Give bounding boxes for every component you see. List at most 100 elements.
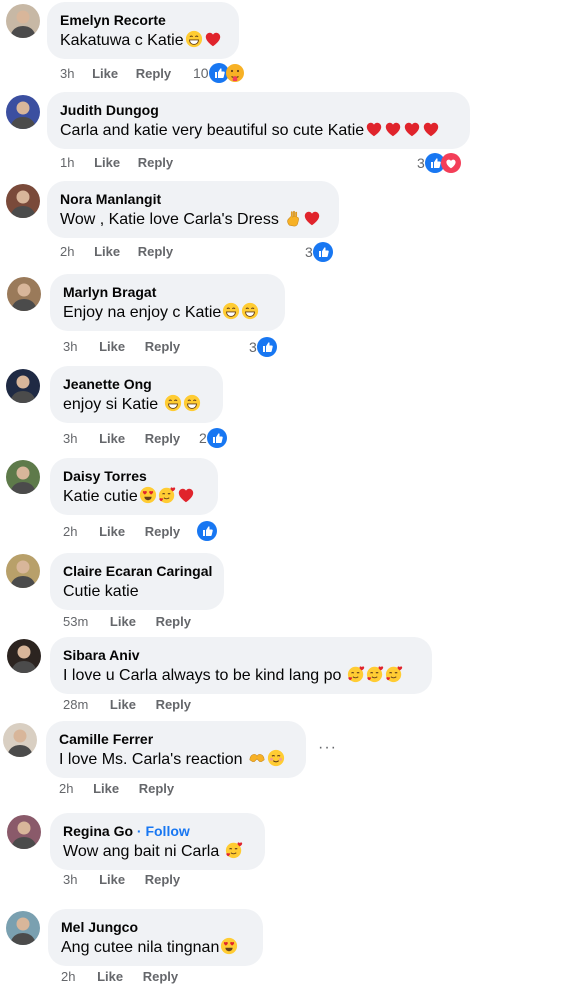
- reply-button[interactable]: Reply: [156, 614, 191, 630]
- comment-time[interactable]: 2h: [59, 781, 73, 797]
- avatar-person-icon: [6, 4, 40, 38]
- reply-button[interactable]: Reply: [143, 969, 178, 985]
- comment-actions: 53m Like Reply: [63, 614, 191, 630]
- avatar-person-icon: [6, 95, 40, 129]
- comment-time[interactable]: 28m: [63, 697, 88, 713]
- reply-button[interactable]: Reply: [145, 872, 180, 888]
- reaction-summary[interactable]: 3: [417, 153, 461, 173]
- comment-text: Carla and katie very beautiful so cute K…: [60, 122, 365, 139]
- like-button[interactable]: Like: [97, 969, 123, 985]
- comment-time[interactable]: 53m: [63, 614, 88, 630]
- reply-button[interactable]: Reply: [145, 431, 180, 447]
- avatar[interactable]: [6, 184, 40, 218]
- reaction-summary[interactable]: [197, 521, 217, 541]
- avatar[interactable]: [6, 95, 40, 129]
- red-heart-emoji-icon: [422, 120, 440, 138]
- avatar[interactable]: [7, 815, 41, 849]
- avatar-person-icon: [3, 723, 37, 757]
- comment-author[interactable]: Emelyn Recorte: [60, 11, 227, 29]
- comment-text: enjoy si Katie: [63, 396, 159, 413]
- comment-author[interactable]: Camille Ferrer: [59, 730, 294, 748]
- avatar-person-icon: [7, 277, 41, 311]
- heart-eyes-emoji-icon: [139, 486, 157, 504]
- reaction-count: 3: [417, 155, 425, 171]
- reply-button[interactable]: Reply: [138, 155, 173, 171]
- like-button[interactable]: Like: [99, 339, 125, 355]
- like-button[interactable]: Like: [110, 614, 136, 630]
- like-button[interactable]: Like: [93, 781, 119, 797]
- comment-time[interactable]: 2h: [61, 969, 75, 985]
- avatar-person-icon: [7, 815, 41, 849]
- comment-author[interactable]: Mel Jungco: [61, 918, 251, 936]
- like-button[interactable]: Like: [94, 155, 120, 171]
- follow-button[interactable]: · Follow: [137, 823, 190, 839]
- like-reaction-icon: [197, 521, 217, 541]
- like-button[interactable]: Like: [99, 872, 125, 888]
- smiling-face-with-hearts-emoji-icon: [347, 665, 365, 683]
- comment-author[interactable]: Jeanette Ong: [63, 375, 211, 393]
- comment-text: I love u Carla always to be kind lang po: [63, 667, 342, 684]
- reaction-count: 10: [193, 65, 209, 81]
- comment-time[interactable]: 3h: [60, 66, 74, 82]
- comment-bubble: Judith Dungog Carla and katie very beaut…: [47, 92, 470, 149]
- comment-author[interactable]: Regina Go: [63, 823, 133, 839]
- comment-time[interactable]: 3h: [63, 431, 77, 447]
- comment-text: Cutie katie: [63, 583, 139, 600]
- avatar[interactable]: [6, 369, 40, 403]
- reaction-summary[interactable]: 3: [249, 337, 277, 357]
- comment-text: Katie cutie: [63, 488, 138, 505]
- reply-button[interactable]: Reply: [138, 244, 173, 260]
- red-heart-emoji-icon: [384, 120, 402, 138]
- comment-actions: 3h Like Reply: [63, 339, 180, 355]
- like-button[interactable]: Like: [110, 697, 136, 713]
- comment-bubble: Mel Jungco Ang cutee nila tingnan: [48, 909, 263, 966]
- avatar[interactable]: [6, 4, 40, 38]
- comment-actions: 2h Like Reply: [61, 969, 178, 985]
- comment-time[interactable]: 3h: [63, 872, 77, 888]
- reaction-summary[interactable]: 10: [193, 63, 245, 83]
- reaction-summary[interactable]: 2: [199, 428, 227, 448]
- reaction-count: 2: [199, 430, 207, 446]
- avatar[interactable]: [3, 723, 37, 757]
- hand-emoji-icon: [284, 209, 302, 227]
- avatar[interactable]: [7, 277, 41, 311]
- comment-author[interactable]: Claire Ecaran Caringal: [63, 562, 212, 580]
- comment-text: Kakatuwa c Katie: [60, 32, 184, 49]
- comment-actions: 2h Like Reply: [59, 781, 174, 797]
- red-heart-emoji-icon: [177, 486, 195, 504]
- comment-author[interactable]: Sibara Aniv: [63, 646, 420, 664]
- comment-bubble: Sibara Aniv I love u Carla always to be …: [50, 637, 432, 694]
- like-button[interactable]: Like: [92, 66, 118, 82]
- like-button[interactable]: Like: [94, 244, 120, 260]
- comment-time[interactable]: 3h: [63, 339, 77, 355]
- comment-time[interactable]: 1h: [60, 155, 74, 171]
- comment-bubble: Camille Ferrer I love Ms. Carla's reacti…: [46, 721, 306, 778]
- comment-author[interactable]: Judith Dungog: [60, 101, 458, 119]
- reply-button[interactable]: Reply: [136, 66, 171, 82]
- comment-author[interactable]: Nora Manlangit: [60, 190, 327, 208]
- like-button[interactable]: Like: [99, 431, 125, 447]
- heart-eyes-emoji-icon: [220, 937, 238, 955]
- like-reaction-icon: [207, 428, 227, 448]
- avatar[interactable]: [6, 460, 40, 494]
- grin-emoji-icon: [164, 394, 182, 412]
- reply-button[interactable]: Reply: [145, 339, 180, 355]
- reply-button[interactable]: Reply: [145, 524, 180, 540]
- comment-author[interactable]: Marlyn Bragat: [63, 283, 273, 301]
- comment-time[interactable]: 2h: [63, 524, 77, 540]
- reaction-summary[interactable]: 3: [305, 242, 333, 262]
- comment-bubble: Nora Manlangit Wow , Katie love Carla's …: [47, 181, 339, 238]
- more-options-icon[interactable]: ···: [318, 739, 337, 757]
- avatar[interactable]: [7, 639, 41, 673]
- comment-text: Ang cutee nila tingnan: [61, 939, 220, 956]
- avatar[interactable]: [6, 554, 40, 588]
- reply-button[interactable]: Reply: [139, 781, 174, 797]
- avatar[interactable]: [6, 911, 40, 945]
- avatar-person-icon: [6, 369, 40, 403]
- comment-author[interactable]: Daisy Torres: [63, 467, 206, 485]
- comment-bubble: Claire Ecaran Caringal Cutie katie: [50, 553, 224, 610]
- grin-emoji-icon: [241, 302, 259, 320]
- like-button[interactable]: Like: [99, 524, 125, 540]
- comment-time[interactable]: 2h: [60, 244, 74, 260]
- reply-button[interactable]: Reply: [156, 697, 191, 713]
